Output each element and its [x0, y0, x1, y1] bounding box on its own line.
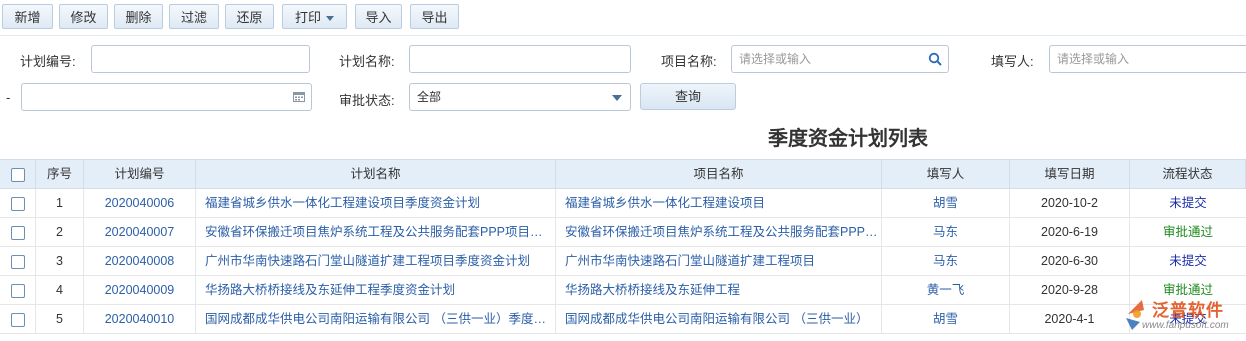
row-check-cell [0, 189, 36, 217]
plan-no-label: 计划编号: [20, 54, 76, 69]
row-status[interactable]: 未提交 [1130, 247, 1246, 275]
query-button[interactable]: 查询 [640, 83, 736, 110]
print-button[interactable]: 打印 [282, 4, 347, 29]
header-writer[interactable]: 填写人 [882, 160, 1010, 188]
import-button[interactable]: 导入 [355, 4, 402, 29]
row-project-link[interactable]: 广州市华南快速路石门堂山隧道扩建工程项目 [556, 247, 882, 275]
row-date: 2020-6-19 [1010, 218, 1130, 246]
header-status[interactable]: 流程状态 [1130, 160, 1246, 188]
row-code-link[interactable]: 2020040009 [84, 276, 196, 304]
row-code-link[interactable]: 2020040007 [84, 218, 196, 246]
status-select[interactable]: 全部 [409, 83, 631, 111]
row-name-link[interactable]: 福建省城乡供水一体化工程建设项目季度资金计划 [196, 189, 556, 217]
chevron-down-icon [612, 95, 622, 101]
row-check-cell [0, 276, 36, 304]
search-icon[interactable] [928, 52, 942, 66]
plan-no-input[interactable] [91, 45, 310, 73]
row-check-cell [0, 305, 36, 333]
row-status[interactable]: 审批通过 [1130, 218, 1246, 246]
status-label: 审批状态: [339, 93, 395, 108]
table-row[interactable]: 2 2020040007 安徽省环保搬迁项目焦炉系统工程及公共服务配套PPP项目… [0, 218, 1246, 247]
row-status[interactable]: 未提交 [1130, 189, 1246, 217]
filter-button[interactable]: 过滤 [169, 4, 219, 29]
row-check-cell [0, 247, 36, 275]
brand-watermark: 泛普软件 www.fanpusoft.com [1122, 292, 1246, 338]
row-date: 2020-9-28 [1010, 276, 1130, 304]
table-row[interactable]: 5 2020040010 国网成都成华供电公司南阳运输有限公司 （三供一业）季度… [0, 305, 1246, 334]
row-name-link[interactable]: 华扬路大桥桥接线及东延伸工程季度资金计划 [196, 276, 556, 304]
export-button[interactable]: 导出 [410, 4, 459, 29]
header-project[interactable]: 项目名称 [556, 160, 882, 188]
writer-input[interactable]: 请选择或输入 [1049, 45, 1246, 73]
plan-name-input[interactable] [409, 45, 631, 73]
restore-button[interactable]: 还原 [225, 4, 274, 29]
row-no: 5 [36, 305, 84, 333]
row-checkbox[interactable] [10, 312, 25, 327]
row-project-link[interactable]: 安徽省环保搬迁项目焦炉系统工程及公共服务配套PPP项目 [556, 218, 882, 246]
row-name-link[interactable]: 国网成都成华供电公司南阳运输有限公司 （三供一业）季度资金计划 [196, 305, 556, 333]
row-writer[interactable]: 马东 [882, 247, 1010, 275]
plan-name-label: 计划名称: [339, 54, 395, 69]
row-checkbox[interactable] [10, 225, 25, 240]
table-row[interactable]: 3 2020040008 广州市华南快速路石门堂山隧道扩建工程项目季度资金计划 … [0, 247, 1246, 276]
select-all-cell [0, 160, 36, 188]
add-button[interactable]: 新增 [2, 4, 53, 29]
row-name-link[interactable]: 广州市华南快速路石门堂山隧道扩建工程项目季度资金计划 [196, 247, 556, 275]
select-all-checkbox[interactable] [10, 167, 25, 182]
project-input[interactable]: 请选择或输入 [731, 45, 949, 73]
chevron-down-icon [326, 16, 334, 22]
row-no: 2 [36, 218, 84, 246]
page-title: 季度资金计划列表 [768, 128, 928, 150]
row-checkbox[interactable] [10, 254, 25, 269]
row-code-link[interactable]: 2020040006 [84, 189, 196, 217]
calendar-icon[interactable] [293, 91, 305, 102]
project-placeholder: 请选择或输入 [739, 52, 812, 66]
header-name[interactable]: 计划名称 [196, 160, 556, 188]
row-project-link[interactable]: 华扬路大桥桥接线及东延伸工程 [556, 276, 882, 304]
header-no[interactable]: 序号 [36, 160, 84, 188]
writer-label: 填写人: [991, 54, 1034, 69]
row-code-link[interactable]: 2020040008 [84, 247, 196, 275]
row-no: 1 [36, 189, 84, 217]
project-label: 项目名称: [661, 54, 717, 69]
toolbar-divider [0, 35, 1246, 36]
edit-button[interactable]: 修改 [59, 4, 108, 29]
row-project-link[interactable]: 国网成都成华供电公司南阳运输有限公司 （三供一业） [556, 305, 882, 333]
row-date: 2020-4-1 [1010, 305, 1130, 333]
row-no: 3 [36, 247, 84, 275]
date-separator: - [6, 90, 11, 105]
row-writer[interactable]: 胡雪 [882, 305, 1010, 333]
header-code[interactable]: 计划编号 [84, 160, 196, 188]
header-date[interactable]: 填写日期 [1010, 160, 1130, 188]
brand-url: www.fanpusoft.com [1142, 320, 1229, 331]
row-checkbox[interactable] [10, 196, 25, 211]
row-checkbox[interactable] [10, 283, 25, 298]
row-name-link[interactable]: 安徽省环保搬迁项目焦炉系统工程及公共服务配套PPP项目季度资金计划 [196, 218, 556, 246]
row-no: 4 [36, 276, 84, 304]
status-select-value: 全部 [417, 90, 442, 104]
row-writer[interactable]: 黄一飞 [882, 276, 1010, 304]
row-check-cell [0, 218, 36, 246]
row-writer[interactable]: 胡雪 [882, 189, 1010, 217]
toolbar: 新增 修改 删除 过滤 还原 打印 导入 导出 [0, 0, 1246, 36]
row-writer[interactable]: 马东 [882, 218, 1010, 246]
brand-name: 泛普软件 [1152, 301, 1224, 320]
writer-placeholder: 请选择或输入 [1057, 52, 1130, 66]
delete-button[interactable]: 删除 [114, 4, 163, 29]
print-label: 打印 [294, 10, 321, 25]
date-end-input[interactable] [21, 83, 312, 111]
table-header: 序号 计划编号 计划名称 项目名称 填写人 填写日期 流程状态 [0, 159, 1246, 189]
table-row[interactable]: 4 2020040009 华扬路大桥桥接线及东延伸工程季度资金计划 华扬路大桥桥… [0, 276, 1246, 305]
row-date: 2020-10-2 [1010, 189, 1130, 217]
row-date: 2020-6-30 [1010, 247, 1130, 275]
table-row[interactable]: 1 2020040006 福建省城乡供水一体化工程建设项目季度资金计划 福建省城… [0, 189, 1246, 218]
row-project-link[interactable]: 福建省城乡供水一体化工程建设项目 [556, 189, 882, 217]
row-code-link[interactable]: 2020040010 [84, 305, 196, 333]
